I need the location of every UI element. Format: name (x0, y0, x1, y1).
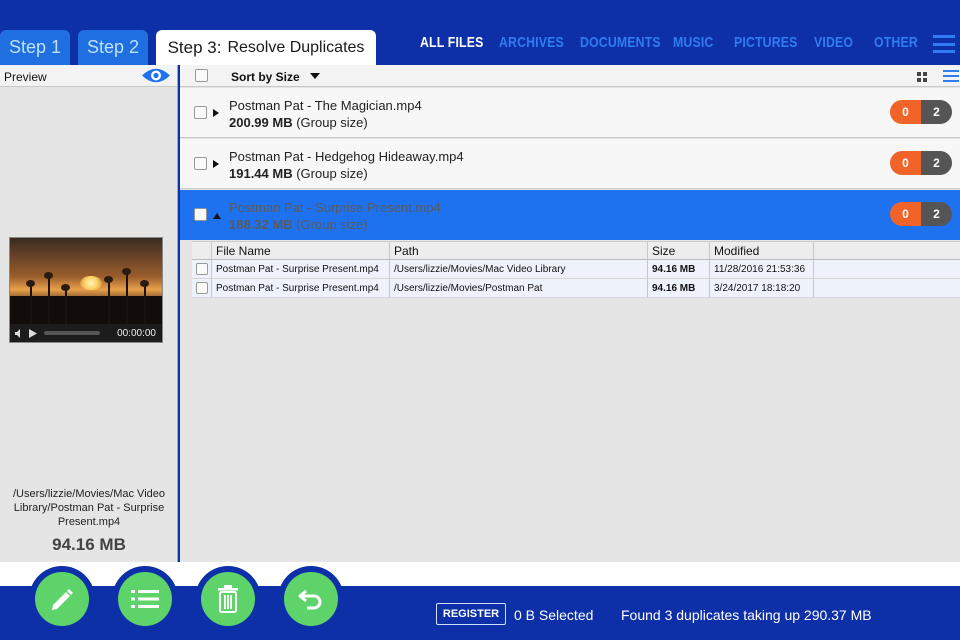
group-file-name: Postman Pat - The Magician.mp4 (229, 98, 422, 113)
table-header: File Name Path Size Modified (192, 241, 960, 260)
row-file-name: Postman Pat - Surprise Present.mp4 (212, 279, 390, 297)
preview-header: Preview (0, 65, 177, 87)
group-count-badge: 02 (890, 151, 952, 175)
collapse-arrow-icon[interactable] (213, 213, 221, 219)
bottom-bar: REGISTER 0 B Selected Found 3 duplicates… (0, 562, 960, 640)
row-modified: 3/24/2017 18:18:20 (710, 279, 814, 297)
duplicate-group-selected[interactable]: Postman Pat - Surprise Present.mp4 188.3… (180, 190, 960, 240)
filter-all-files[interactable]: ALL FILES (420, 34, 485, 51)
preview-file-size: 94.16 MB (52, 535, 126, 554)
expand-arrow-icon[interactable] (213, 109, 219, 117)
eye-icon[interactable] (141, 67, 171, 84)
tab-step-2-label: Step 2 (86, 37, 140, 57)
list-icon (131, 590, 159, 608)
row-checkbox[interactable] (196, 282, 208, 294)
row-size: 94.16 MB (648, 279, 710, 297)
category-filters: ALL FILES ARCHIVES DOCUMENTS MUSIC PICTU… (420, 34, 924, 51)
tab-step-1[interactable]: Step 1 (0, 30, 70, 65)
delete-button[interactable] (195, 566, 261, 632)
sort-by-label[interactable]: Sort by Size (231, 70, 300, 84)
volume-icon[interactable] (15, 328, 24, 338)
row-path: /Users/lizzie/Movies/Mac Video Library (390, 260, 648, 278)
filter-video[interactable]: VIDEO (814, 34, 863, 51)
row-modified: 11/28/2016 21:53:36 (710, 260, 814, 278)
video-time: 00:00:00 (117, 327, 156, 339)
tab-step-3[interactable]: Step 3: Resolve Duplicates (156, 30, 376, 65)
preview-file-path: /Users/lizzie/Movies/Mac Video Library/P… (12, 488, 165, 528)
row-checkbox[interactable] (196, 263, 208, 275)
sort-dropdown-icon[interactable] (310, 73, 320, 79)
video-preview[interactable]: 00:00:00 (9, 237, 163, 343)
video-scrubber[interactable] (44, 331, 100, 335)
filter-other[interactable]: OTHER (874, 34, 918, 51)
top-bar: Step 1 Step 2 Step 3: Resolve Duplicates… (0, 0, 960, 65)
column-size[interactable]: Size (648, 242, 710, 259)
tab-step-3-sublabel: Resolve Duplicates (227, 38, 365, 56)
group-size: 200.99 MB (Group size) (229, 115, 368, 130)
filter-archives[interactable]: ARCHIVES (499, 34, 565, 51)
filter-pictures[interactable]: PICTURES (734, 34, 800, 51)
group-count-badge: 02 (890, 202, 952, 226)
edit-button[interactable] (29, 566, 95, 632)
row-size: 94.16 MB (648, 260, 710, 278)
grid-view-icon[interactable] (917, 72, 927, 82)
tab-step-2[interactable]: Step 2 (78, 30, 148, 65)
duplicates-list: Sort by Size Postman Pat - The Magician.… (180, 65, 960, 562)
list-view-icon[interactable] (943, 68, 959, 84)
filter-music[interactable]: MUSIC (673, 34, 723, 51)
undo-button[interactable] (278, 566, 344, 632)
row-path: /Users/lizzie/Movies/Postman Pat (390, 279, 648, 297)
tab-step-3-label: Step 3: (167, 37, 222, 57)
tab-step-1-label: Step 1 (8, 37, 62, 57)
selected-size: 0 B Selected (514, 607, 594, 623)
table-row[interactable]: Postman Pat - Surprise Present.mp4 /User… (192, 279, 960, 298)
group-file-name: Postman Pat - Surprise Present.mp4 (229, 200, 441, 215)
list-header: Sort by Size (180, 65, 960, 87)
duplicate-group[interactable]: Postman Pat - Hedgehog Hideaway.mp4 191.… (180, 139, 960, 189)
video-controls: 00:00:00 (10, 324, 162, 342)
preview-pane: Preview 00:00:00 /Users/lizzie/Movies/Ma… (0, 65, 178, 562)
pencil-icon (52, 589, 73, 610)
column-modified[interactable]: Modified (710, 242, 814, 259)
duplicates-summary: Found 3 duplicates taking up 290.37 MB (621, 607, 872, 623)
group-count-badge: 02 (890, 100, 952, 124)
group-checkbox[interactable] (194, 157, 207, 170)
duplicate-files-table: File Name Path Size Modified Postman Pat… (192, 241, 960, 298)
group-checkbox[interactable] (194, 106, 207, 119)
select-all-checkbox[interactable] (195, 69, 208, 82)
group-size: 188.32 MB (Group size) (229, 217, 368, 232)
group-size: 191.44 MB (Group size) (229, 166, 368, 181)
duplicate-group[interactable]: Postman Pat - The Magician.mp4 200.99 MB… (180, 88, 960, 138)
table-row[interactable]: Postman Pat - Surprise Present.mp4 /User… (192, 260, 960, 279)
trash-icon (218, 585, 238, 613)
column-file-name[interactable]: File Name (212, 242, 390, 259)
list-button[interactable] (112, 566, 178, 632)
group-file-name: Postman Pat - Hedgehog Hideaway.mp4 (229, 149, 464, 164)
row-file-name: Postman Pat - Surprise Present.mp4 (212, 260, 390, 278)
menu-icon[interactable] (933, 35, 955, 53)
preview-label: Preview (4, 70, 47, 84)
filter-documents[interactable]: DOCUMENTS (580, 34, 661, 51)
register-button[interactable]: REGISTER (436, 603, 506, 625)
column-path[interactable]: Path (390, 242, 648, 259)
video-frame (10, 238, 162, 324)
expand-arrow-icon[interactable] (213, 160, 219, 168)
group-checkbox[interactable] (194, 208, 207, 221)
undo-icon (298, 589, 322, 610)
play-icon[interactable] (29, 328, 37, 338)
